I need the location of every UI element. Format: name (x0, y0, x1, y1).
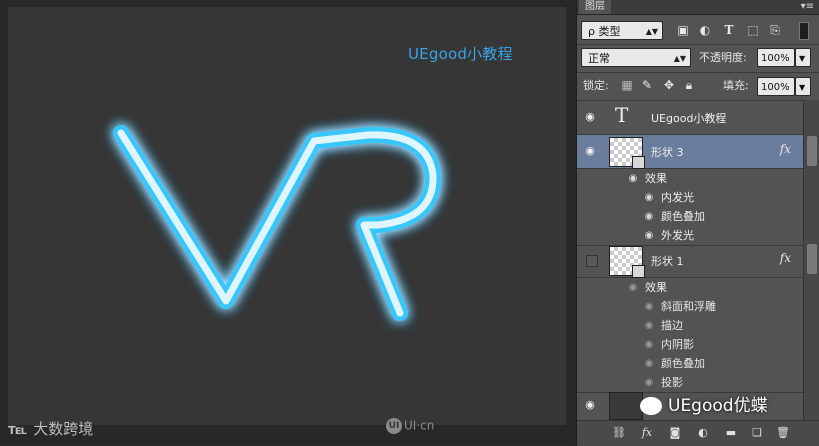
filter-kind-select[interactable]: ρ 类型 ▲▼ (581, 21, 663, 40)
eye-icon[interactable]: ◉ (643, 207, 655, 226)
vr-neon-shape (113, 125, 442, 321)
brand-logo-icon: ℡ (8, 420, 28, 438)
effects-label: 效果 (645, 281, 667, 294)
opacity-input[interactable]: 100% (757, 48, 795, 67)
lock-move-icon[interactable]: ✥ (661, 76, 677, 95)
chevron-down-icon: ▲▼ (645, 27, 658, 36)
link-icon[interactable]: ⛓ (611, 425, 627, 441)
layers-list: ◉ T UEgood小教程 ◉ 形状 3 fx ◉ 效果 ◉ 内发光 ◉ 颜色叠… (577, 100, 803, 421)
layers-panel: 图层 ▾≡ ρ 类型 ▲▼ ▣ ◐ T ⬚ ⎘ 正常 ▲▼ 不透明度: 100% ▼… (576, 0, 819, 446)
filter-type-icon[interactable]: T (721, 21, 737, 40)
divider (577, 44, 819, 45)
layers-scrollbar[interactable] (803, 100, 819, 420)
eye-icon[interactable]: ◉ (643, 316, 655, 335)
blend-row: 正常 ▲▼ 不透明度: 100% ▼ (577, 47, 819, 69)
filter-smart-object-icon[interactable]: ⎘ (767, 21, 783, 40)
lock-all-icon[interactable]: 🔒︎ (681, 76, 697, 95)
effect-label: 斜面和浮雕 (661, 300, 716, 313)
opacity-label: 不透明度: (699, 51, 747, 64)
effect-item[interactable]: ◉ 斜面和浮雕 (577, 297, 803, 316)
fx-icon[interactable]: fx (639, 425, 655, 441)
effect-label: 外发光 (661, 229, 694, 242)
chevron-down-icon: ▲▼ (673, 54, 686, 63)
layer-name: 形状 1 (651, 255, 684, 268)
filter-pixel-icon[interactable]: ▣ (675, 21, 691, 40)
layer-shape-3[interactable]: ◉ 形状 3 fx (577, 135, 803, 169)
watermark-left: ℡ 大数跨境 (8, 420, 94, 438)
blend-mode-select[interactable]: 正常 ▲▼ (581, 48, 691, 67)
effect-label: 描边 (661, 319, 683, 332)
trash-icon[interactable]: 🗑︎ (775, 425, 791, 441)
fill-input[interactable]: 100% (757, 77, 795, 96)
vector-mask-icon (632, 156, 645, 169)
eye-icon[interactable]: ◉ (627, 278, 639, 297)
lock-row: 锁定: ▦ ✎ ✥ 🔒︎ 填充: 100% ▼ (577, 76, 819, 98)
fill-dropdown-icon[interactable]: ▼ (795, 77, 811, 96)
new-layer-icon[interactable]: ❏ (749, 425, 765, 441)
layers-bottom-toolbar: ⛓ fx ◙ ◐ ▬ ❏ 🗑︎ (577, 420, 819, 446)
scrollbar-thumb[interactable] (807, 244, 817, 274)
filter-toggle-switch[interactable] (799, 22, 809, 40)
panel-tabbar: 图层 ▾≡ (577, 0, 819, 15)
filter-adjustment-icon[interactable]: ◐ (697, 21, 713, 40)
eye-icon[interactable]: ◉ (583, 144, 597, 158)
effect-label: 内阴影 (661, 338, 694, 351)
type-layer-icon: T (615, 103, 629, 127)
watermark-right: UEgood优蝶 (640, 392, 768, 420)
layer-shape-1[interactable]: 形状 1 fx (577, 244, 803, 278)
vector-mask-icon (632, 265, 645, 278)
effect-item[interactable]: ◉ 外发光 (577, 226, 803, 246)
layer-name: UEgood小教程 (651, 112, 727, 125)
filter-row: ρ 类型 ▲▼ ▣ ◐ T ⬚ ⎘ (577, 20, 819, 42)
watermark-mid: UI UI·cn (386, 418, 434, 434)
effect-label: 内发光 (661, 191, 694, 204)
eye-icon[interactable]: ◉ (643, 226, 655, 245)
effect-item[interactable]: ◉ 描边 (577, 316, 803, 335)
fx-icon[interactable]: fx (780, 251, 791, 265)
fx-icon[interactable]: fx (780, 142, 791, 156)
canvas[interactable]: UEgood小教程 (8, 7, 566, 425)
eye-icon[interactable]: ◉ (643, 188, 655, 207)
filter-shape-icon[interactable]: ⬚ (745, 21, 761, 40)
layer-thumbnail (609, 137, 645, 169)
eye-icon[interactable]: ◉ (627, 169, 639, 188)
effects-label: 效果 (645, 172, 667, 185)
scrollbar-thumb[interactable] (807, 136, 817, 166)
effect-label: 颜色叠加 (661, 357, 705, 370)
layer-thumbnail (609, 392, 643, 420)
lock-transparent-icon[interactable]: ▦ (619, 76, 635, 95)
eye-icon[interactable]: ◉ (643, 354, 655, 373)
lock-brush-icon[interactable]: ✎ (639, 76, 655, 95)
effect-item[interactable]: ◉ 颜色叠加 (577, 354, 803, 373)
effects-row[interactable]: ◉ 效果 (577, 169, 803, 188)
layer-name: 形状 3 (651, 146, 684, 159)
tab-layers[interactable]: 图层 (579, 0, 611, 14)
canvas-title-text: UEgood小教程 (408, 45, 513, 63)
effect-item[interactable]: ◉ 颜色叠加 (577, 207, 803, 226)
document-workspace: UEgood小教程 ℡ 大数跨境 UI UI·cn (0, 0, 575, 445)
panel-menu-icon[interactable]: ▾≡ (801, 0, 814, 14)
opacity-dropdown-icon[interactable]: ▼ (795, 48, 811, 67)
folder-icon[interactable]: ▬ (723, 425, 739, 441)
lock-label: 锁定: (583, 79, 609, 92)
effect-item[interactable]: ◉ 内阴影 (577, 335, 803, 354)
layer-text[interactable]: ◉ T UEgood小教程 (577, 101, 803, 135)
effect-label: 颜色叠加 (661, 210, 705, 223)
uicn-logo-icon: UI (386, 418, 402, 434)
visibility-toggle[interactable] (586, 255, 598, 267)
eye-icon[interactable]: ◉ (583, 398, 597, 412)
eye-icon[interactable]: ◉ (643, 297, 655, 316)
eye-icon[interactable]: ◉ (583, 110, 597, 124)
layer-thumbnail (609, 246, 645, 278)
eye-icon[interactable]: ◉ (643, 335, 655, 354)
effect-item[interactable]: ◉ 内发光 (577, 188, 803, 207)
wechat-icon (640, 397, 662, 415)
fill-label: 填充: (723, 79, 749, 92)
adjustment-icon[interactable]: ◐ (695, 425, 711, 441)
mask-icon[interactable]: ◙ (667, 425, 683, 441)
effects-row[interactable]: ◉ 效果 (577, 278, 803, 297)
divider (577, 72, 819, 73)
